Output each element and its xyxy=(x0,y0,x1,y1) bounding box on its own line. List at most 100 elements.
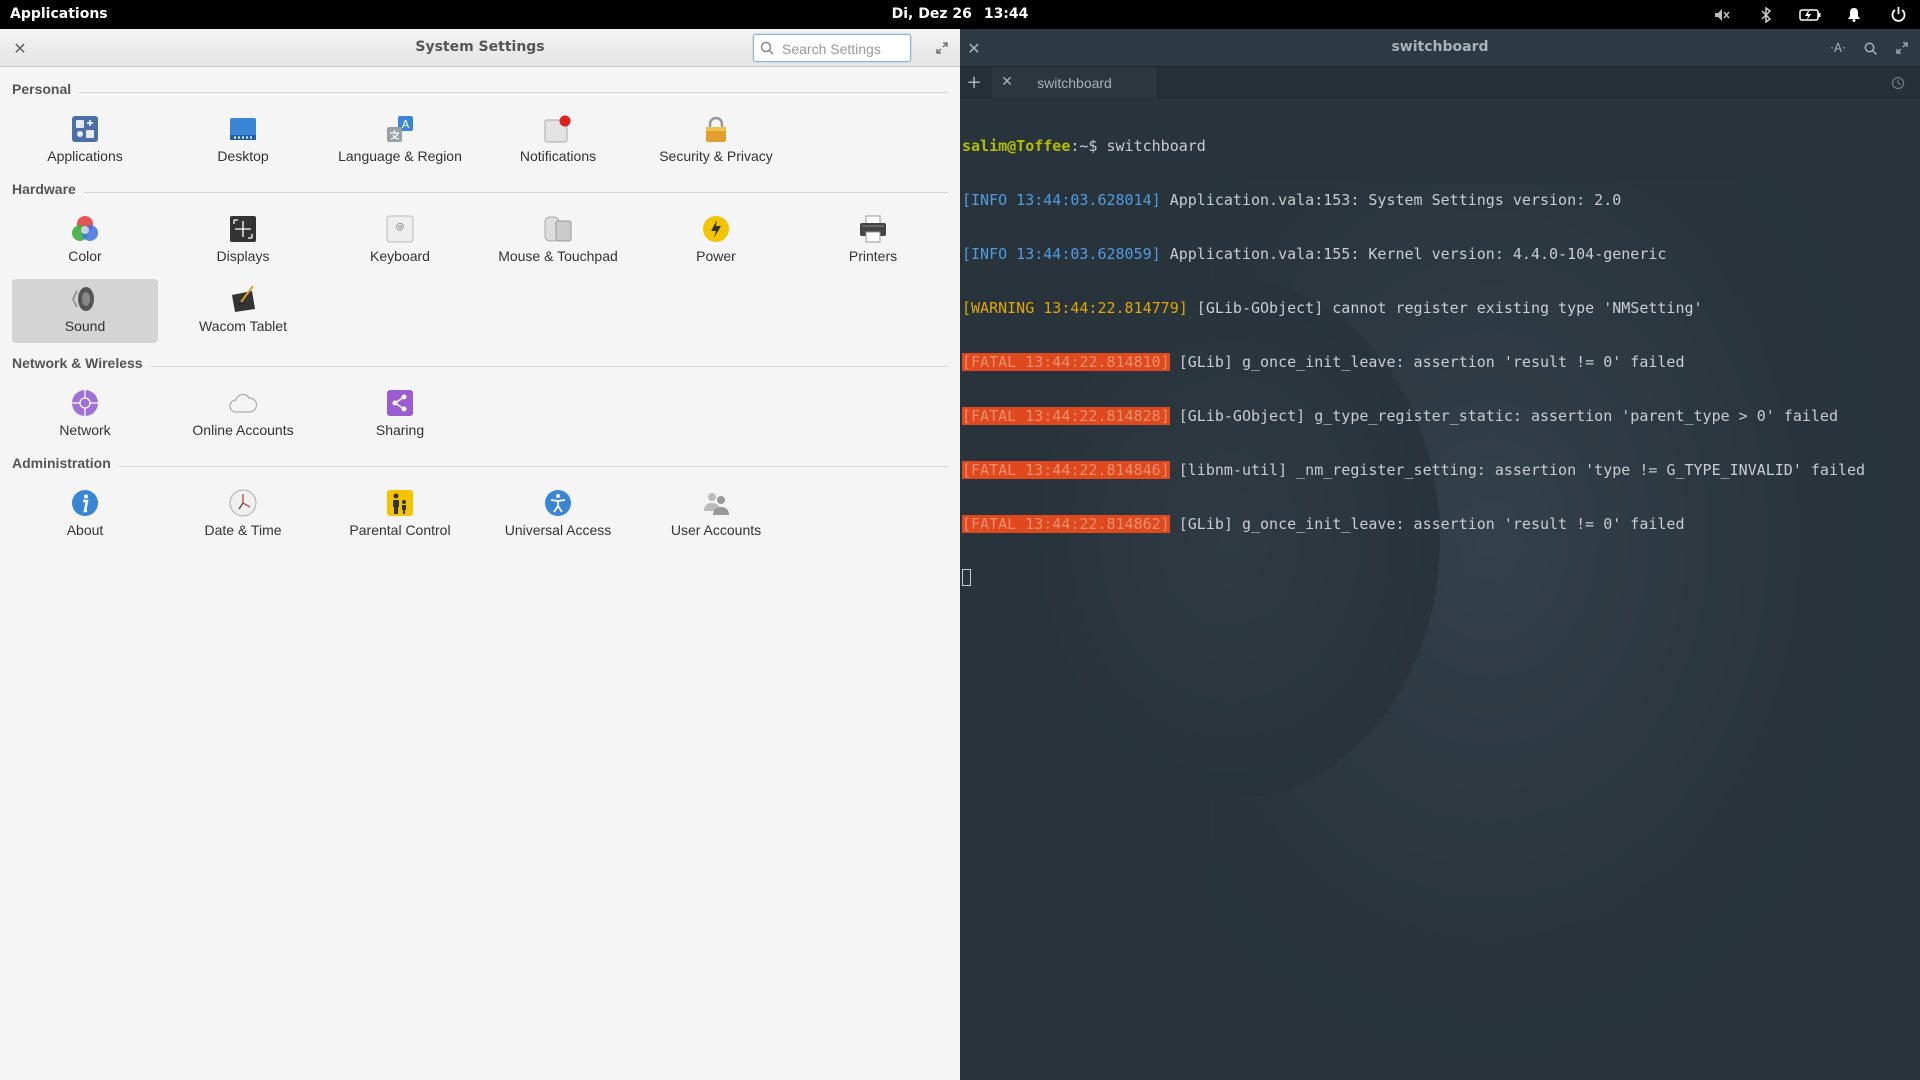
history-icon[interactable] xyxy=(1888,73,1908,93)
settings-item-color[interactable]: Color xyxy=(12,209,158,273)
notifications-icon[interactable] xyxy=(1832,0,1876,29)
section-divider xyxy=(12,92,948,93)
log-text: [GLib-GObject] cannot register existing … xyxy=(1187,299,1703,317)
settings-item-about[interactable]: About xyxy=(12,483,158,547)
displays-icon xyxy=(230,216,256,242)
item-label: About xyxy=(66,522,104,538)
window-title: switchboard xyxy=(1391,39,1489,55)
settings-item-mouse-touchpad[interactable]: Mouse & Touchpad xyxy=(485,209,631,273)
bluetooth-icon[interactable] xyxy=(1744,0,1788,29)
color-icon xyxy=(72,216,98,241)
date-label: Di, Dez 26 xyxy=(891,6,972,22)
settings-item-user-accounts[interactable]: User Accounts xyxy=(643,483,789,547)
settings-item-printers[interactable]: Printers xyxy=(800,209,946,273)
item-label: Network xyxy=(59,422,111,438)
share-icon xyxy=(387,390,413,416)
settings-titlebar: ✕ System Settings Search Settings xyxy=(0,29,960,67)
settings-item-displays[interactable]: Displays xyxy=(170,209,316,273)
item-label: Security & Privacy xyxy=(659,148,773,164)
log-line: [FATAL 13:44:22.814862] [GLib] g_once_in… xyxy=(962,515,1918,533)
section-title: Personal xyxy=(12,81,80,97)
item-label: Sharing xyxy=(375,422,425,438)
section-title: Hardware xyxy=(12,181,84,197)
svg-text:@: @ xyxy=(396,222,405,232)
terminal-titlebar: ✕ switchboard ·A· xyxy=(960,29,1920,67)
tab-switchboard[interactable]: ✕ switchboard xyxy=(992,67,1158,98)
log-line: [INFO 13:44:03.628059] Application.vala:… xyxy=(962,245,1918,263)
settings-item-universal-access[interactable]: Universal Access xyxy=(485,483,631,547)
language-icon: A xyxy=(387,116,413,142)
section-divider xyxy=(12,192,948,193)
tablet-icon xyxy=(232,285,255,312)
search-icon[interactable] xyxy=(1860,38,1880,58)
terminal-cursor xyxy=(962,569,971,586)
zoom-font-icon[interactable]: ·A· xyxy=(1828,38,1848,58)
item-label: Power xyxy=(696,248,736,264)
maximize-icon[interactable] xyxy=(932,38,952,58)
item-label: User Accounts xyxy=(670,522,762,538)
section-network-wireless: Network & Wireless xyxy=(12,355,948,377)
item-label: Notifications xyxy=(519,148,597,164)
terminal-window[interactable]: ✕ switchboard ·A· + ✕ switchboard salim@… xyxy=(960,29,1920,1080)
maximize-icon[interactable] xyxy=(1892,38,1912,58)
log-text: Application.vala:153: System Settings ve… xyxy=(1160,191,1622,209)
prompt-line: salim@Toffee:~$ switchboard xyxy=(962,137,1918,155)
log-text: [libnm-util] _nm_register_setting: asser… xyxy=(1169,461,1866,479)
tab-label: switchboard xyxy=(1037,75,1112,91)
section-personal: Personal xyxy=(12,81,948,103)
applications-icon xyxy=(72,116,98,142)
settings-item-security-privacy[interactable]: Security & Privacy xyxy=(643,109,789,173)
settings-item-keyboard[interactable]: @ Keyboard xyxy=(327,209,473,273)
search-input[interactable]: Search Settings xyxy=(753,34,911,62)
sound-muted-icon[interactable] xyxy=(1700,0,1744,29)
notifications-icon xyxy=(544,115,571,143)
power-icon[interactable] xyxy=(1876,0,1920,29)
item-label: Displays xyxy=(216,248,270,264)
mouse-icon xyxy=(544,216,572,242)
settings-item-online-accounts[interactable]: Online Accounts xyxy=(170,383,316,447)
keyboard-icon: @ xyxy=(386,215,414,243)
search-icon xyxy=(760,41,774,55)
settings-item-applications[interactable]: Applications xyxy=(12,109,158,173)
add-tab-icon[interactable]: + xyxy=(964,72,984,93)
network-icon xyxy=(72,390,98,416)
battery-icon[interactable] xyxy=(1788,0,1832,29)
printer-icon xyxy=(860,215,886,243)
terminal-output[interactable]: salim@Toffee:~$ switchboard [INFO 13:44:… xyxy=(962,101,1918,623)
item-label: Language & Region xyxy=(338,148,462,164)
terminal-tabbar: + ✕ switchboard xyxy=(960,67,1920,98)
log-text: [GLib] g_once_init_leave: assertion 'res… xyxy=(1169,515,1685,533)
cursor-line xyxy=(962,569,1918,587)
settings-item-network[interactable]: Network xyxy=(12,383,158,447)
clock-icon xyxy=(229,489,257,517)
top-panel: Applications Di, Dez 26 13:44 xyxy=(0,0,1920,29)
settings-item-language-region[interactable]: A Language & Region xyxy=(327,109,473,173)
settings-item-sharing[interactable]: Sharing xyxy=(327,383,473,447)
log-tag: [FATAL 13:44:22.814810] xyxy=(962,353,1170,371)
item-label: Parental Control xyxy=(349,522,451,538)
item-label: Color xyxy=(68,248,102,264)
log-text: [GLib-GObject] g_type_register_static: a… xyxy=(1169,407,1838,425)
time-label: 13:44 xyxy=(983,6,1029,22)
log-line: [FATAL 13:44:22.814846] [libnm-util] _nm… xyxy=(962,461,1918,479)
item-label: Desktop xyxy=(217,148,269,164)
settings-item-parental-control[interactable]: Parental Control xyxy=(327,483,473,547)
clock[interactable]: Di, Dez 26 13:44 xyxy=(0,6,1920,22)
section-title: Network & Wireless xyxy=(12,355,151,371)
settings-item-wacom-tablet[interactable]: Wacom Tablet xyxy=(170,279,316,343)
item-label: Universal Access xyxy=(504,522,612,538)
section-title: Administration xyxy=(12,455,119,471)
speaker-icon xyxy=(71,287,94,311)
section-divider xyxy=(12,466,948,467)
indicator-area xyxy=(1700,0,1920,29)
settings-item-date-time[interactable]: Date & Time xyxy=(170,483,316,547)
settings-item-power[interactable]: Power xyxy=(643,209,789,273)
settings-item-notifications[interactable]: Notifications xyxy=(485,109,631,173)
svg-text:A: A xyxy=(402,118,410,131)
log-line: [FATAL 13:44:22.814810] [GLib] g_once_in… xyxy=(962,353,1918,371)
item-label: Date & Time xyxy=(204,522,282,538)
item-label: Applications xyxy=(47,148,123,164)
settings-item-sound[interactable]: Sound xyxy=(12,279,158,343)
settings-item-desktop[interactable]: Desktop xyxy=(170,109,316,173)
log-tag: [INFO 13:44:03.628014] xyxy=(962,191,1161,209)
